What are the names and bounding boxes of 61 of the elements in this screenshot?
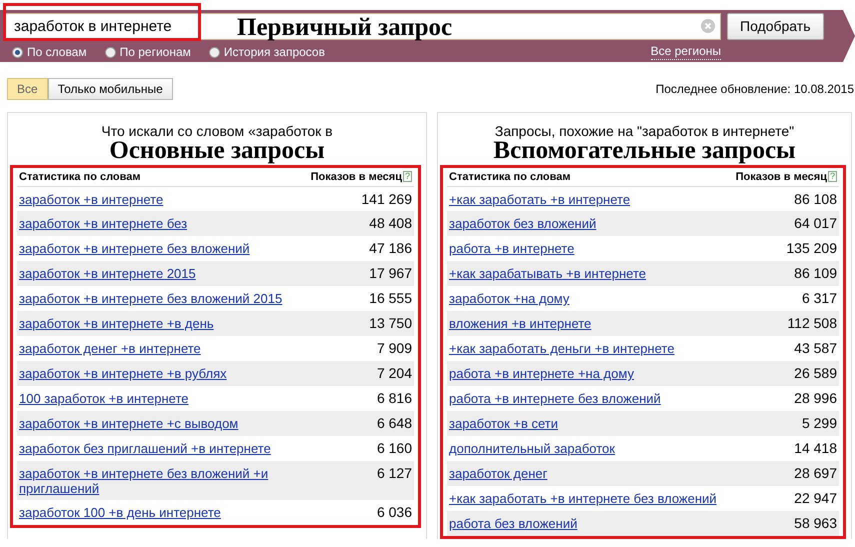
query-link[interactable]: +как заработать деньги +в интернете bbox=[449, 341, 674, 356]
impressions-count: 48 408 bbox=[369, 215, 412, 231]
radio-button[interactable] bbox=[208, 46, 220, 58]
panel-heading: Запросы, похожие на "заработок в интернете" bbox=[494, 122, 796, 139]
radio-label[interactable]: По регионам bbox=[120, 43, 191, 61]
impressions-count: 6 036 bbox=[376, 504, 412, 520]
impressions-count: 13 750 bbox=[369, 315, 412, 331]
impressions-count: 6 127 bbox=[376, 465, 412, 481]
column-header: Статистика по словам bbox=[17, 168, 285, 186]
submit-button[interactable]: Подобрать bbox=[727, 13, 824, 40]
radio-button[interactable] bbox=[104, 46, 116, 58]
impressions-count: 6 160 bbox=[376, 440, 412, 456]
last-update-text: Последнее обновление: 10.08.2015 bbox=[656, 81, 854, 98]
impressions-count: 28 697 bbox=[794, 465, 837, 481]
column-header: Показов в месяц bbox=[310, 170, 402, 182]
query-link[interactable]: заработок без приглашений +в интернете bbox=[19, 441, 271, 456]
impressions-count: 6 317 bbox=[802, 290, 837, 306]
impressions-count: 86 108 bbox=[794, 190, 837, 206]
impressions-count: 5 299 bbox=[802, 415, 837, 431]
column-header: Статистика по словам bbox=[447, 168, 730, 186]
annotation-label: Первичный запрос bbox=[237, 15, 452, 40]
annotation-label: Основные запросы bbox=[108, 138, 326, 163]
filter-button[interactable]: Только мобильные bbox=[48, 78, 173, 100]
impressions-count: 22 947 bbox=[794, 490, 837, 506]
impressions-count: 86 109 bbox=[794, 265, 837, 281]
query-link[interactable]: заработок 100 +в день интернете bbox=[19, 505, 221, 520]
impressions-count: 7 204 bbox=[376, 365, 412, 381]
query-link[interactable]: заработок денег +в интернете bbox=[19, 341, 201, 356]
radio-label[interactable]: История запросов bbox=[224, 43, 325, 61]
impressions-count: 26 589 bbox=[794, 365, 837, 381]
query-link[interactable]: 100 заработок +в интернете bbox=[19, 391, 189, 406]
query-link[interactable]: дополнительный заработок bbox=[449, 441, 615, 456]
column-header: Показов в месяц bbox=[736, 170, 827, 182]
impressions-count: 6 816 bbox=[376, 390, 412, 406]
annotation-label: Вспомогательные запросы bbox=[492, 138, 797, 163]
query-link[interactable]: заработок +в интернете bbox=[19, 192, 164, 206]
impressions-count: 6 648 bbox=[376, 415, 412, 431]
impressions-count: 43 587 bbox=[794, 340, 837, 356]
radio-button[interactable] bbox=[12, 46, 23, 58]
radio-label[interactable]: По словам bbox=[27, 43, 87, 61]
panel-heading: Что искали со словом «заработок в bbox=[100, 122, 334, 139]
impressions-count: 7 909 bbox=[376, 340, 412, 356]
query-link[interactable]: работа +в интернете bbox=[449, 241, 574, 256]
impressions-count: 135 209 bbox=[786, 240, 837, 256]
impressions-count: 141 269 bbox=[361, 190, 412, 206]
impressions-count: 47 186 bbox=[369, 240, 412, 256]
impressions-count: 17 967 bbox=[369, 265, 412, 281]
impressions-count: 16 555 bbox=[369, 290, 412, 306]
impressions-count: 28 996 bbox=[794, 390, 837, 406]
impressions-count: 112 508 bbox=[787, 315, 837, 331]
query-link[interactable]: заработок +на дому bbox=[449, 291, 570, 306]
impressions-count: 14 418 bbox=[794, 440, 837, 456]
impressions-count: 58 963 bbox=[794, 515, 837, 531]
query-link[interactable]: заработок +в интернете без вложений bbox=[19, 241, 250, 256]
impressions-count: 64 017 bbox=[794, 215, 837, 231]
query-link[interactable]: заработок +в интернете без вложений 2015 bbox=[19, 291, 282, 306]
query-link[interactable]: работа +в интернете без вложений bbox=[449, 391, 661, 406]
query-link[interactable]: +как заработать +в интернете без вложений bbox=[449, 491, 717, 506]
regions-link[interactable]: Все регионы bbox=[650, 44, 721, 60]
filter-button[interactable]: Все bbox=[7, 78, 48, 100]
query-link[interactable]: +как заработать +в интернете bbox=[449, 192, 630, 206]
